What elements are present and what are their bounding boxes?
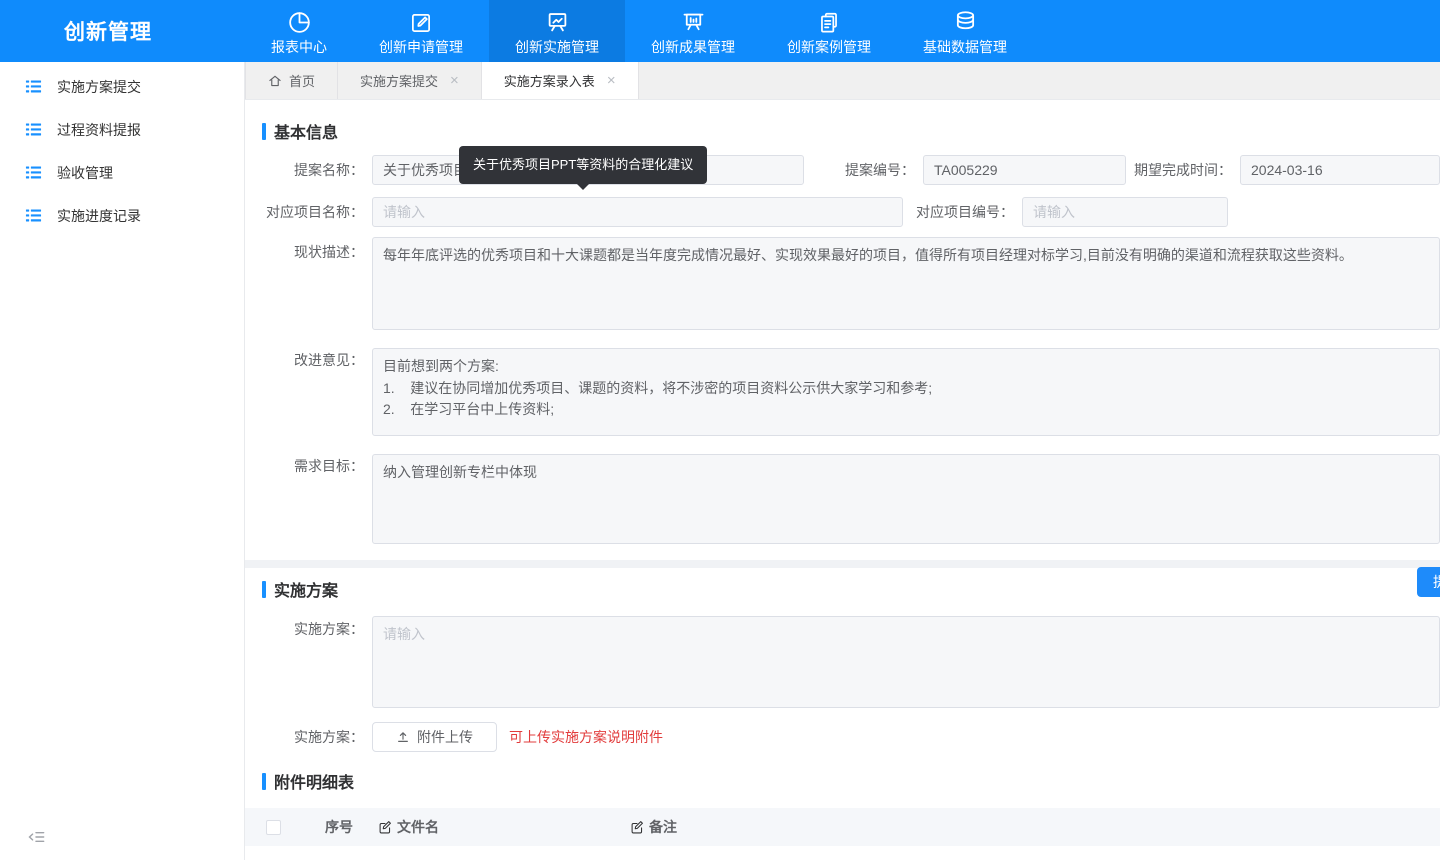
- list-icon: [25, 164, 42, 181]
- submit-button[interactable]: 提交: [1417, 567, 1440, 597]
- select-all-checkbox[interactable]: [266, 820, 281, 835]
- upload-hint-text: 可上传实施方案说明附件: [509, 722, 663, 752]
- tooltip: 关于优秀项目PPT等资料的合理化建议: [459, 146, 707, 184]
- improvement-label: 改进意见：: [245, 345, 372, 375]
- section-accent-bar: [262, 581, 266, 598]
- workspace: 首页 实施方案提交 × 实施方案录入表 × 基本信息 关于优秀项目PP: [245, 62, 1440, 860]
- nav-label: 报表中心: [271, 39, 327, 55]
- proposal-no-input[interactable]: [923, 155, 1126, 185]
- nav-basic-data[interactable]: 基础数据管理: [897, 0, 1033, 62]
- column-seq: 序号: [325, 817, 353, 837]
- project-no-label: 对应项目编号：: [903, 197, 1022, 227]
- improvement-textarea[interactable]: 目前想到两个方案: 1. 建议在协同增加优秀项目、课题的资料，将不涉密的项目资料…: [372, 348, 1440, 436]
- project-name-label: 对应项目名称：: [245, 197, 372, 227]
- sidebar: 实施方案提交 过程资料提报 验收管理 实施进度记录: [0, 62, 245, 860]
- section-accent-bar: [262, 123, 266, 140]
- sidebar-item-progress-record[interactable]: 实施进度记录: [0, 194, 244, 237]
- section-title-basic-info: 基本信息: [262, 120, 1440, 142]
- expected-date-label: 期望完成时间：: [1126, 155, 1240, 185]
- home-icon: [268, 74, 282, 88]
- section-divider: [245, 560, 1440, 568]
- nav-innovation-cases[interactable]: 创新案例管理: [761, 0, 897, 62]
- nav-label: 创新案例管理: [787, 39, 871, 55]
- app-title: 创新管理: [0, 0, 245, 62]
- project-name-input[interactable]: [372, 197, 903, 227]
- tab-label: 实施方案录入表: [504, 71, 595, 90]
- tab-home[interactable]: 首页: [245, 62, 338, 99]
- section-accent-bar: [262, 773, 266, 790]
- collapse-sidebar-icon[interactable]: [27, 828, 45, 846]
- form-content: 基本信息 关于优秀项目PPT等资料的合理化建议 提案名称： 提案编号： 期望完成…: [245, 100, 1440, 860]
- tab-bar: 首页 实施方案提交 × 实施方案录入表 ×: [245, 62, 1440, 100]
- impl-attachment-label: 实施方案：: [245, 722, 372, 752]
- pie-chart-icon: [286, 8, 313, 36]
- app-root: 创新管理 报表中心 创新申请管理 创新实施管理: [0, 0, 1440, 860]
- tab-label: 首页: [289, 71, 315, 90]
- nav-label: 创新实施管理: [515, 39, 599, 55]
- close-icon[interactable]: ×: [450, 73, 459, 88]
- topbar: 创新管理 报表中心 创新申请管理 创新实施管理: [0, 0, 1440, 62]
- nav-report-center[interactable]: 报表中心: [245, 0, 353, 62]
- tab-plan-submit[interactable]: 实施方案提交 ×: [338, 62, 482, 99]
- goal-textarea[interactable]: 纳入管理创新专栏中体现: [372, 454, 1440, 544]
- attachment-upload-button[interactable]: 附件上传: [372, 722, 497, 752]
- expected-date-input[interactable]: [1240, 155, 1440, 185]
- sidebar-item-label: 实施进度记录: [57, 206, 141, 226]
- nav-innovation-application[interactable]: 创新申请管理: [353, 0, 489, 62]
- list-icon: [25, 78, 42, 95]
- documents-copy-icon: [816, 8, 842, 36]
- column-remark: 备注: [649, 817, 677, 837]
- table-empty-text: 暂无数据: [245, 846, 1440, 860]
- top-navigation: 报表中心 创新申请管理 创新实施管理 创新成果管理: [245, 0, 1033, 62]
- attachment-table-header: 序号 文件名 备注: [245, 808, 1440, 846]
- list-icon: [25, 207, 42, 224]
- nav-label: 基础数据管理: [923, 39, 1007, 55]
- presentation-chart-icon: [544, 8, 571, 36]
- nav-innovation-implementation[interactable]: 创新实施管理: [489, 0, 625, 62]
- sidebar-item-label: 过程资料提报: [57, 120, 141, 140]
- nav-label: 创新成果管理: [651, 39, 735, 55]
- upload-button-label: 附件上传: [417, 727, 473, 747]
- section-title-impl-plan: 实施方案: [262, 578, 1440, 600]
- sidebar-item-acceptance[interactable]: 验收管理: [0, 151, 244, 194]
- edit-square-icon: [408, 8, 434, 36]
- edit-icon: [630, 820, 644, 834]
- nav-label: 创新申请管理: [379, 39, 463, 55]
- nav-innovation-achievements[interactable]: 创新成果管理: [625, 0, 761, 62]
- column-filename: 文件名: [397, 817, 439, 837]
- impl-plan-label: 实施方案：: [245, 614, 372, 644]
- sidebar-item-label: 验收管理: [57, 163, 113, 183]
- tab-plan-entry-form[interactable]: 实施方案录入表 ×: [482, 62, 639, 99]
- status-desc-label: 现状描述：: [245, 237, 372, 267]
- goal-label: 需求目标：: [245, 451, 372, 481]
- tab-label: 实施方案提交: [360, 71, 438, 90]
- sidebar-item-process-materials[interactable]: 过程资料提报: [0, 108, 244, 151]
- database-icon: [952, 8, 979, 36]
- proposal-name-label: 提案名称：: [245, 155, 372, 185]
- project-no-input[interactable]: [1022, 197, 1228, 227]
- upload-icon: [396, 730, 410, 744]
- impl-plan-textarea[interactable]: [372, 616, 1440, 708]
- edit-icon: [378, 820, 392, 834]
- board-bars-icon: [680, 8, 707, 36]
- sidebar-item-label: 实施方案提交: [57, 77, 141, 97]
- sidebar-item-plan-submit[interactable]: 实施方案提交: [0, 65, 244, 108]
- proposal-no-label: 提案编号：: [804, 155, 923, 185]
- section-title-attachment-table: 附件明细表: [262, 770, 1440, 792]
- status-desc-textarea[interactable]: 每年年底评选的优秀项目和十大课题都是当年度完成情况最好、实现效果最好的项目，值得…: [372, 237, 1440, 330]
- close-icon[interactable]: ×: [607, 73, 616, 88]
- list-icon: [25, 121, 42, 138]
